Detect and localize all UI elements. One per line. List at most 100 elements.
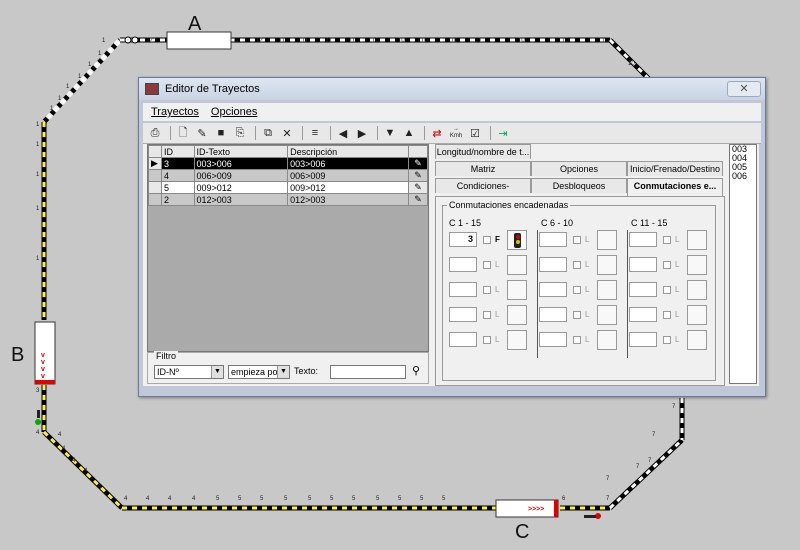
tab-inicio-frenado-destino[interactable]: Inicio/Frenado/Destino xyxy=(627,161,723,176)
tab-condiciones-conmutacion[interactable]: Condiciones-conmuta... xyxy=(435,178,531,205)
tab-opciones[interactable]: Opciones xyxy=(531,161,627,176)
conmutacion-checkbox[interactable] xyxy=(573,336,581,344)
tab-matriz[interactable]: Matriz xyxy=(435,161,531,176)
list-icon[interactable]: ≡ xyxy=(307,125,323,141)
conmutacion-input[interactable] xyxy=(449,257,477,272)
delete-icon[interactable]: ✕ xyxy=(279,125,295,141)
texto-input[interactable] xyxy=(330,365,406,379)
row-edit-icon[interactable]: ✎ xyxy=(408,181,428,194)
copy-icon[interactable]: ⧉ xyxy=(260,125,276,141)
track-number: 7 xyxy=(652,432,656,438)
conmutacion-input[interactable] xyxy=(629,307,657,322)
conmutacion-checkbox[interactable] xyxy=(663,286,671,294)
filtro-group: Filtro ID-Nº ▼ empieza por ▼ Texto: ⚲ xyxy=(147,351,429,384)
conmutacion-checkbox[interactable] xyxy=(663,336,671,344)
signal-slot[interactable] xyxy=(597,280,617,300)
conmutacion-checkbox[interactable] xyxy=(483,236,491,244)
col-header-2: C 6 - 10 xyxy=(541,218,574,228)
col-id-texto[interactable]: ID-Texto xyxy=(193,145,289,158)
row-edit-icon[interactable]: ✎ xyxy=(408,157,428,170)
signal-slot[interactable] xyxy=(687,255,707,275)
speed-kmh-icon[interactable]: → Kmh xyxy=(448,125,464,141)
filtro-mode-select[interactable]: empieza por ▼ xyxy=(228,365,290,379)
signal-icon[interactable] xyxy=(507,230,527,250)
print-preview-icon[interactable]: ⎘ xyxy=(232,125,248,141)
signal-slot[interactable] xyxy=(597,230,617,250)
arrow-down-icon[interactable]: ▼ xyxy=(382,125,398,141)
conmutacion-input[interactable] xyxy=(539,307,567,322)
arrow-right-icon[interactable]: ▶ xyxy=(354,125,370,141)
arrow-up-icon[interactable]: ▲ xyxy=(401,125,417,141)
menu-trayectos[interactable]: Trayectos xyxy=(151,106,199,118)
signal-slot[interactable] xyxy=(597,330,617,350)
conmutacion-checkbox[interactable] xyxy=(663,311,671,319)
tab-longitud[interactable]: Longitud/nombre de t... xyxy=(435,144,531,159)
signal-slot[interactable] xyxy=(597,255,617,275)
conmutacion-checkbox[interactable] xyxy=(573,311,581,319)
conmutacion-input[interactable] xyxy=(449,307,477,322)
conmutacion-input[interactable] xyxy=(539,282,567,297)
track-number: 5 xyxy=(308,496,312,502)
menu-opciones[interactable]: Opciones xyxy=(211,106,257,118)
table-row[interactable]: 2 012>003 012>003 ✎ xyxy=(148,193,428,206)
list-item[interactable]: 006 xyxy=(732,172,756,181)
conmutaciones-legend: Conmutaciones encadenadas xyxy=(447,200,571,210)
swap-icon[interactable]: ⇄ xyxy=(429,125,445,141)
conmutacion-checkbox[interactable] xyxy=(483,336,491,344)
conmutacion-checkbox[interactable] xyxy=(483,261,491,269)
signal-slot[interactable] xyxy=(687,330,707,350)
edit-document-icon[interactable]: ✎ xyxy=(194,125,210,141)
print-icon[interactable]: ⎙ xyxy=(147,125,163,141)
col-descripcion[interactable]: Descripción xyxy=(287,145,409,158)
conmutacion-flag: L xyxy=(495,260,500,269)
signal-slot[interactable] xyxy=(687,280,707,300)
signal-slot[interactable] xyxy=(507,280,527,300)
close-button[interactable]: ✕ xyxy=(727,81,761,97)
table-row[interactable]: ▶ 3 003>006 003>006 ✎ xyxy=(148,157,428,170)
filtro-field-select[interactable]: ID-Nº ▼ xyxy=(154,365,224,379)
conmutacion-input[interactable] xyxy=(539,332,567,347)
conmutacion-checkbox[interactable] xyxy=(573,236,581,244)
exit-icon[interactable]: ⇥ xyxy=(495,125,511,141)
conmutacion-input[interactable] xyxy=(449,282,477,297)
id-list[interactable]: 003 004 005 006 xyxy=(729,144,757,384)
conmutacion-input[interactable]: 3 xyxy=(449,232,477,247)
conmutacion-checkbox[interactable] xyxy=(573,286,581,294)
checklist-icon[interactable]: ☑ xyxy=(467,125,483,141)
conmutacion-checkbox[interactable] xyxy=(663,236,671,244)
signal-a-icon xyxy=(124,36,132,44)
save-icon[interactable]: ■ xyxy=(213,125,229,141)
conmutacion-checkbox[interactable] xyxy=(573,261,581,269)
signal-slot[interactable] xyxy=(597,305,617,325)
signal-slot[interactable] xyxy=(687,305,707,325)
arrow-left-icon[interactable]: ◀ xyxy=(335,125,351,141)
conmutacion-input[interactable] xyxy=(539,232,567,247)
conmutacion-flag: L xyxy=(675,285,680,294)
signal-slot[interactable] xyxy=(507,305,527,325)
new-document-icon[interactable]: 🗋 xyxy=(175,125,191,141)
conmutacion-checkbox[interactable] xyxy=(663,261,671,269)
label-c: C xyxy=(515,521,529,543)
conmutacion-input[interactable] xyxy=(629,282,657,297)
binoculars-search-icon[interactable]: ⚲ xyxy=(412,364,420,377)
signal-slot[interactable] xyxy=(507,255,527,275)
table-row[interactable]: 4 006>009 006>009 ✎ xyxy=(148,169,428,182)
conmutacion-input[interactable] xyxy=(629,257,657,272)
signal-slot[interactable] xyxy=(507,330,527,350)
conmutacion-checkbox[interactable] xyxy=(483,311,491,319)
conmutacion-input[interactable] xyxy=(629,332,657,347)
routes-grid[interactable]: ID ID-Texto Descripción ▶ 3 003>006 003>… xyxy=(147,144,429,352)
editor-de-trayectos-window[interactable]: Editor de Trayectos ✕ Trayectos Opciones… xyxy=(138,77,766,397)
conmutacion-input[interactable] xyxy=(539,257,567,272)
col-id[interactable]: ID xyxy=(161,145,195,158)
window-titlebar[interactable]: Editor de Trayectos xyxy=(139,78,765,100)
conmutacion-input[interactable] xyxy=(449,332,477,347)
signal-slot[interactable] xyxy=(687,230,707,250)
row-edit-icon[interactable]: ✎ xyxy=(408,169,428,182)
table-row[interactable]: 5 009>012 009>012 ✎ xyxy=(148,181,428,194)
tab-conmutaciones-encadenadas[interactable]: Conmutaciones e... xyxy=(627,178,723,196)
tab-desbloqueos[interactable]: Desbloqueos xyxy=(531,178,627,193)
conmutacion-checkbox[interactable] xyxy=(483,286,491,294)
conmutacion-input[interactable] xyxy=(629,232,657,247)
row-edit-icon[interactable]: ✎ xyxy=(408,193,428,206)
